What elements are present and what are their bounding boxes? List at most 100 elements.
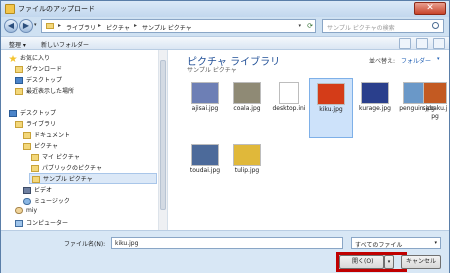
nav-scrollbar[interactable] [158,50,167,230]
filename-label: ファイル名(N): [64,241,106,248]
breadcrumb-pictures[interactable]: ピクチャ [106,23,130,32]
address-dropdown-icon[interactable]: ▾ [298,23,301,29]
open-button[interactable]: 開く(O) [339,255,384,269]
nav-label: ビデオ [34,187,53,194]
arrange-by-dropdown[interactable]: フォルダー [401,56,431,65]
toolbar: 整理 ▾ 新しいフォルダー [1,36,449,50]
file-name: ajisai.jpg [191,105,219,112]
nav-user-miy[interactable]: miy [15,207,37,218]
file-item[interactable]: desktop.ini [267,80,311,140]
folder-icon [32,176,40,183]
folder-icon [46,23,54,29]
video-icon [23,187,31,194]
nav-scroll-thumb[interactable] [160,60,166,210]
star-icon [9,55,17,62]
file-upload-dialog: ファイルのアップロード ✕ ◀ ▶ ▾ ▸ ライブラリ ▸ ピクチャ ▸ サンプ… [0,0,450,273]
chevron-down-icon: ▾ [434,240,437,246]
file-item[interactable]: coala.jpg [225,80,269,140]
chevron-down-icon[interactable]: ▾ [437,56,440,62]
user-icon [15,207,23,214]
image-thumbnail [361,82,389,104]
nav-sample-pictures[interactable]: サンプル ピクチャ [29,173,157,184]
music-icon [23,198,31,205]
cancel-button[interactable]: キャンセル [401,255,441,269]
new-folder-button[interactable]: 新しいフォルダー [41,40,89,49]
filetype-select[interactable]: すべてのファイル ▾ [351,237,441,249]
close-button[interactable]: ✕ [414,2,446,15]
desktop-icon [15,77,23,84]
file-name: toudai.jpg [189,167,221,174]
file-item[interactable]: sabaku.jpg [421,80,449,140]
breadcrumb-library[interactable]: ライブラリ [66,23,96,32]
nav-label: マイ ピクチャ [42,154,80,161]
file-name: kurage.jpg [359,105,391,112]
nav-label: デスクトップ [20,110,57,117]
nav-desktop-favorite[interactable]: デスクトップ [15,75,62,86]
recent-icon [15,88,23,95]
nav-music[interactable]: ミュージック [23,196,70,207]
file-name: kiku.jpg [319,106,343,113]
folder-icon [31,165,39,172]
file-name: sabaku.jpg [422,105,448,120]
crumb-separator-icon: ▸ [98,22,102,29]
nav-label: デスクトップ [26,77,63,84]
file-name: coala.jpg [233,105,261,112]
search-icon [432,22,439,29]
window-title: ファイルのアップロード [18,5,95,13]
open-options-dropdown[interactable]: ▾ [384,255,394,269]
content-area: お気に入り ダウンロード デスクトップ 最近表示した場所 デスクトップ ライブラ… [1,50,449,230]
nav-computer[interactable]: コンピューター [15,218,68,229]
nav-label: サンプル ピクチャ [43,176,93,183]
crumb-separator-icon: ▸ [134,22,138,29]
computer-icon [15,220,23,227]
nav-label: ライブラリ [26,121,57,128]
search-input[interactable]: サンプル ピクチャの検索 [322,19,444,33]
documents-icon [23,132,31,139]
search-placeholder: サンプル ピクチャの検索 [327,25,395,32]
file-item-selected[interactable]: kiku.jpg [309,78,353,138]
preview-pane-icon[interactable] [416,38,428,49]
image-thumbnail [423,82,447,104]
nav-desktop[interactable]: デスクトップ [9,108,56,119]
file-item[interactable]: toudai.jpg [183,142,227,202]
organize-button[interactable]: 整理 ▾ [9,40,26,49]
nav-documents[interactable]: ドキュメント [23,130,70,141]
refresh-icon[interactable]: ⟳ [307,22,313,30]
file-item[interactable]: kurage.jpg [353,80,397,140]
address-bar[interactable]: ▸ ライブラリ ▸ ピクチャ ▸ サンプル ピクチャ ▾ ⟳ [41,19,316,33]
nav-favorites[interactable]: お気に入り [9,53,50,64]
document-icon [279,82,299,104]
file-item[interactable]: ajisai.jpg [183,80,227,140]
back-button[interactable]: ◀ [4,19,18,33]
filename-input[interactable]: kiku.jpg [111,237,343,249]
nav-label: ドキュメント [34,132,71,139]
address-row: ◀ ▶ ▾ ▸ ライブラリ ▸ ピクチャ ▸ サンプル ピクチャ ▾ ⟳ サンプ… [1,17,449,36]
nav-recent-places[interactable]: 最近表示した場所 [15,86,74,97]
forward-button[interactable]: ▶ [19,19,33,33]
nav-label: 最近表示した場所 [26,88,75,95]
view-options-icon[interactable] [399,38,411,49]
nav-label: ミュージック [34,198,70,205]
image-thumbnail [233,82,261,104]
help-icon[interactable] [433,38,445,49]
nav-label: ダウンロード [26,66,63,73]
history-dropdown-icon[interactable]: ▾ [34,22,37,28]
nav-libraries[interactable]: ライブラリ [15,119,56,130]
folder-icon [31,154,39,161]
nav-my-pictures[interactable]: マイ ピクチャ [31,152,80,163]
breadcrumb-sample-pictures[interactable]: サンプル ピクチャ [142,23,192,32]
nav-label: ピクチャ [34,143,58,150]
nav-label: コンピューター [26,220,69,227]
nav-videos[interactable]: ビデオ [23,185,52,196]
file-name: desktop.ini [272,105,306,112]
file-item[interactable]: tulip.jpg [225,142,269,202]
image-thumbnail [233,144,261,166]
arrange-label: 並べ替え: [369,58,396,65]
file-name: tulip.jpg [234,167,260,174]
nav-downloads[interactable]: ダウンロード [15,64,62,75]
nav-pictures[interactable]: ピクチャ [23,141,58,152]
app-icon [5,4,15,14]
image-thumbnail [317,83,345,105]
image-thumbnail [191,144,219,166]
dialog-footer: ファイル名(N): kiku.jpg すべてのファイル ▾ 開く(O) ▾ キャ… [1,230,449,273]
